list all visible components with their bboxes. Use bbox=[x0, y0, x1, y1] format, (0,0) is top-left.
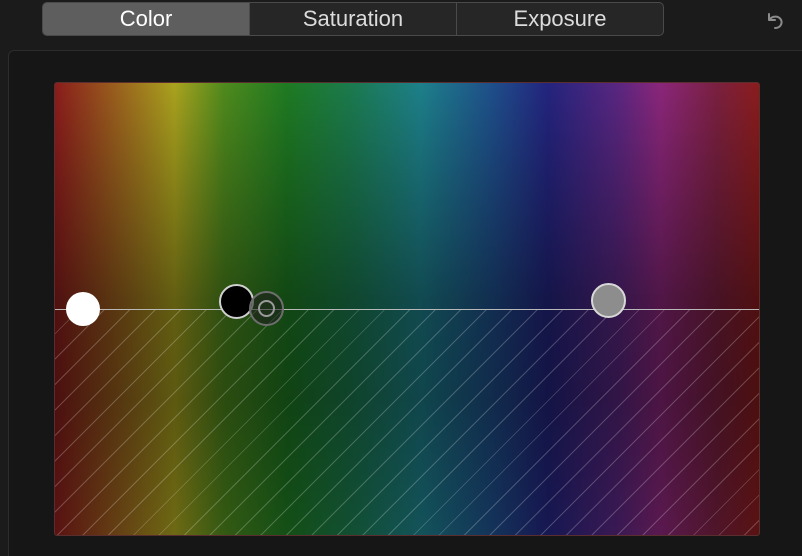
tab-saturation[interactable]: Saturation bbox=[249, 3, 456, 35]
undo-button[interactable] bbox=[762, 8, 788, 34]
master-puck[interactable] bbox=[249, 291, 284, 326]
midtones-puck[interactable] bbox=[591, 283, 626, 318]
highlights-puck[interactable] bbox=[66, 292, 100, 326]
color-board[interactable] bbox=[54, 82, 760, 536]
segmented-tab-control: Color Saturation Exposure bbox=[42, 2, 664, 36]
negative-zone-hatch bbox=[55, 309, 759, 535]
undo-icon bbox=[768, 13, 783, 29]
tab-color[interactable]: Color bbox=[43, 3, 249, 35]
master-puck-ring bbox=[258, 300, 275, 317]
neutral-line bbox=[55, 309, 759, 310]
tab-exposure[interactable]: Exposure bbox=[456, 3, 663, 35]
shadows-puck[interactable] bbox=[219, 284, 254, 319]
